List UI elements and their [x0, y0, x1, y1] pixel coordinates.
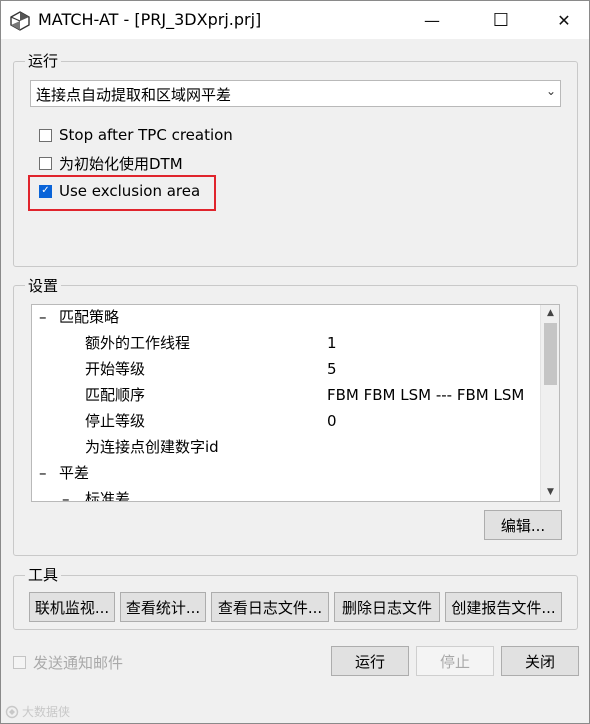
red-highlight-annotation: [28, 175, 216, 211]
send-notification-label: 发送通知邮件: [33, 653, 124, 672]
tree-node-value: 1: [327, 334, 337, 352]
scroll-down-arrow-icon[interactable]: ▼: [541, 484, 559, 501]
watermark: 大数据侠: [5, 703, 70, 720]
scroll-up-arrow-icon[interactable]: ▲: [541, 305, 559, 322]
maximize-button[interactable]: ☐: [478, 1, 524, 39]
tree-node-value: 0: [327, 412, 337, 430]
minimize-icon: —: [424, 10, 440, 30]
delete-log-file-button[interactable]: 删除日志文件: [334, 592, 440, 622]
title-bar[interactable]: MATCH-AT - [PRJ_3DXprj.prj] — ☐ ✕: [1, 1, 589, 39]
use-dtm-checkbox[interactable]: 为初始化使用DTM: [39, 152, 183, 174]
tree-row-extra-threads-value: 1: [327, 330, 337, 356]
close-button-label: 关闭: [524, 652, 555, 671]
view-statistics-label: 查看统计...: [125, 598, 201, 617]
stop-button: 停止: [416, 646, 494, 676]
tree-node-label: 标准差: [85, 490, 131, 502]
run-button[interactable]: 运行: [331, 646, 409, 676]
collapse-icon[interactable]: –: [39, 305, 59, 330]
view-log-file-button[interactable]: 查看日志文件...: [211, 592, 329, 622]
create-report-label: 创建报告文件...: [451, 598, 556, 617]
tree-row-start-level-value: 5: [327, 356, 337, 382]
tree-node-matching-strategy[interactable]: – 匹配策略: [39, 305, 120, 330]
run-mode-select[interactable]: 连接点自动提取和区域网平差 ⌄: [30, 80, 561, 107]
stop-after-tpc-checkbox[interactable]: Stop after TPC creation: [39, 124, 233, 146]
maximize-icon: ☐: [492, 9, 510, 31]
stop-button-label: 停止: [439, 652, 470, 671]
watermark-text: 大数据侠: [22, 705, 71, 719]
chevron-down-icon: ⌄: [545, 84, 556, 98]
tree-row-stop-level[interactable]: 停止等级: [85, 408, 145, 434]
run-button-label: 运行: [354, 652, 385, 671]
use-dtm-label: 为初始化使用DTM: [59, 154, 183, 173]
tree-node-adjustment[interactable]: – 平差: [39, 460, 89, 486]
collapse-icon[interactable]: –: [39, 460, 59, 486]
tree-row-extra-threads[interactable]: 额外的工作线程: [85, 330, 190, 356]
close-button[interactable]: 关闭: [501, 646, 579, 676]
tree-row-match-order[interactable]: 匹配顺序: [85, 382, 145, 408]
watermark-logo-icon: [5, 705, 19, 718]
checkbox-icon: [39, 128, 52, 142]
run-group-label: 运行: [25, 52, 62, 70]
settings-tree[interactable]: – 匹配策略 额外的工作线程 1 开始等级 5 匹配顺序 FBM FBM LSM …: [31, 304, 560, 502]
tree-node-label: 额外的工作线程: [85, 334, 191, 352]
view-log-file-label: 查看日志文件...: [217, 598, 323, 617]
delete-log-file-label: 删除日志文件: [341, 598, 432, 617]
edit-button[interactable]: 编辑...: [484, 510, 562, 540]
app-logo-icon: [10, 11, 30, 31]
minimize-button[interactable]: —: [409, 1, 455, 39]
run-mode-value: 连接点自动提取和区域网平差: [36, 86, 232, 104]
tree-node-std-dev[interactable]: – 标准差: [62, 486, 131, 502]
online-monitor-button[interactable]: 联机监视...: [29, 592, 115, 622]
stop-after-tpc-label: Stop after TPC creation: [59, 126, 233, 144]
tree-node-label: 匹配顺序: [85, 386, 146, 404]
edit-button-label: 编辑...: [500, 516, 546, 535]
tree-node-value: FBM FBM LSM --- FBM LSM: [327, 386, 525, 404]
tree-row-stop-level-value: 0: [327, 408, 337, 434]
tree-row-create-numeric-ids[interactable]: 为连接点创建数字id: [85, 434, 219, 460]
checkbox-disabled-icon: [13, 655, 26, 669]
tools-group-label: 工具: [25, 566, 62, 584]
send-notification-checkbox: 发送通知邮件: [13, 651, 123, 673]
window-title: MATCH-AT - [PRJ_3DXprj.prj]: [38, 10, 262, 29]
tree-node-label: 匹配策略: [59, 308, 120, 326]
tree-node-label: 开始等级: [85, 360, 146, 378]
tree-node-value: 5: [327, 360, 337, 378]
view-statistics-button[interactable]: 查看统计...: [120, 592, 206, 622]
tree-row-match-order-value: FBM FBM LSM --- FBM LSM: [327, 382, 524, 408]
tree-row-start-level[interactable]: 开始等级: [85, 356, 145, 382]
scrollbar-thumb[interactable]: [544, 323, 557, 385]
close-icon: ✕: [557, 10, 571, 30]
collapse-icon[interactable]: –: [62, 486, 85, 501]
settings-group-label: 设置: [25, 277, 62, 295]
checkbox-icon: [39, 156, 52, 170]
match-at-window: MATCH-AT - [PRJ_3DXprj.prj] — ☐ ✕ 运行 连接点…: [0, 0, 590, 724]
tree-node-label: 为连接点创建数字id: [85, 438, 219, 456]
tree-node-label: 停止等级: [85, 412, 146, 430]
tree-node-label: 平差: [59, 464, 90, 482]
close-window-button[interactable]: ✕: [541, 1, 587, 39]
tree-scrollbar[interactable]: ▲ ▼: [540, 305, 559, 501]
online-monitor-label: 联机监视...: [34, 598, 110, 617]
create-report-button[interactable]: 创建报告文件...: [445, 592, 562, 622]
